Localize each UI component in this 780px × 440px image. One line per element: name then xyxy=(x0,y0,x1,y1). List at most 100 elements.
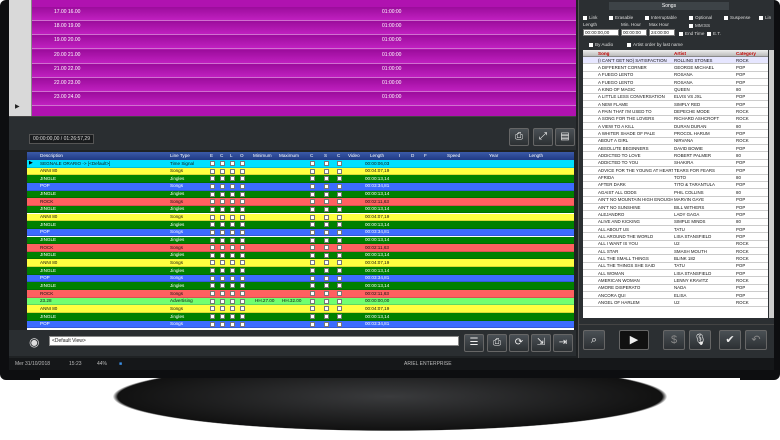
row-checkbox[interactable] xyxy=(240,183,245,189)
row-checkbox[interactable] xyxy=(210,321,215,327)
row-checkbox[interactable] xyxy=(210,298,215,304)
row-checkbox[interactable] xyxy=(310,321,315,327)
row-checkbox[interactable] xyxy=(230,161,235,166)
row-checkbox[interactable] xyxy=(220,206,225,212)
row-checkbox[interactable] xyxy=(220,252,225,258)
row-checkbox[interactable] xyxy=(230,222,235,228)
row-checkbox[interactable] xyxy=(220,283,225,289)
song-row[interactable]: ABOUT A GIRL NIRVANA ROCK xyxy=(583,137,768,146)
song-row[interactable]: A LITTLE LESS CONVERSATION ELVIS VS JXL PO… xyxy=(583,93,768,102)
song-row[interactable]: ADVICE FOR THE YOUNG AT HEART TEARS FOR F… xyxy=(583,167,768,175)
playlist-row[interactable]: JINGLE Jingles 00:00:13,14 xyxy=(27,221,574,229)
playlist-row[interactable]: POP Songs 00:03:34,81 xyxy=(27,274,574,283)
row-checkbox[interactable] xyxy=(220,268,225,274)
row-checkbox[interactable] xyxy=(240,260,245,266)
row-checkbox[interactable] xyxy=(337,268,342,274)
playlist-row[interactable]: 23.28 Advertising HH.27.00 HH.32.00 00:00:00… xyxy=(27,297,574,306)
playlist-row[interactable]: SEGNALE ORARIO -> [<Default>] Time Signal… xyxy=(27,160,574,168)
song-row[interactable]: AMERICAN WOMAN LENNY KRAVITZ ROCK xyxy=(583,277,768,285)
row-checkbox[interactable] xyxy=(230,283,235,289)
row-checkbox[interactable] xyxy=(337,229,342,235)
by-audio-option[interactable]: By Audio xyxy=(589,42,613,47)
row-checkbox[interactable] xyxy=(337,237,342,243)
row-checkbox[interactable] xyxy=(240,321,245,327)
col-l[interactable]: L xyxy=(230,153,233,158)
row-checkbox[interactable] xyxy=(240,252,245,258)
row-checkbox[interactable] xyxy=(324,260,329,266)
end-time-option[interactable]: End Time xyxy=(679,31,704,36)
row-checkbox[interactable] xyxy=(324,191,329,197)
row-checkbox[interactable] xyxy=(230,275,235,281)
col-category[interactable]: Category xyxy=(736,51,756,56)
song-row[interactable]: A PAIN THAT I'M USED TO DEPECHE MODE ROCK xyxy=(583,108,768,116)
print-button[interactable]: ⎙ xyxy=(509,128,529,146)
row-checkbox[interactable] xyxy=(240,161,245,166)
row-checkbox[interactable] xyxy=(310,275,315,281)
row-checkbox[interactable] xyxy=(310,199,315,205)
song-row[interactable]: A FUEGO LENTO ROSANA POP xyxy=(583,71,768,79)
col-speed[interactable]: Speed xyxy=(447,153,460,158)
row-checkbox[interactable] xyxy=(310,214,315,220)
row-checkbox[interactable] xyxy=(240,191,245,197)
row-checkbox[interactable] xyxy=(337,260,342,266)
option-erasable[interactable]: Erasable xyxy=(609,15,633,20)
list-edit-button[interactable]: ☰ xyxy=(464,334,484,352)
row-checkbox[interactable] xyxy=(220,222,225,228)
row-checkbox[interactable] xyxy=(220,176,225,182)
col-year[interactable]: Year xyxy=(489,153,498,158)
song-row[interactable]: A FUEGO LENTO ROSANA POP xyxy=(583,79,768,87)
row-checkbox[interactable] xyxy=(324,161,329,166)
row-checkbox[interactable] xyxy=(230,321,235,327)
playlist-row[interactable]: ROCK Songs 00:02:11,63 xyxy=(27,198,574,206)
row-checkbox[interactable] xyxy=(310,306,315,312)
row-checkbox[interactable] xyxy=(240,275,245,281)
row-checkbox[interactable] xyxy=(220,275,225,281)
windows-start-icon[interactable]: ■ xyxy=(119,361,122,367)
row-checkbox[interactable] xyxy=(210,306,215,312)
row-checkbox[interactable] xyxy=(324,252,329,258)
row-checkbox[interactable] xyxy=(230,314,235,319)
row-checkbox[interactable] xyxy=(210,283,215,289)
row-checkbox[interactable] xyxy=(324,222,329,228)
row-checkbox[interactable] xyxy=(310,260,315,266)
row-checkbox[interactable] xyxy=(220,199,225,205)
col-d[interactable]: D xyxy=(411,153,414,158)
row-checkbox[interactable] xyxy=(230,199,235,205)
schedule-row[interactable]: 23.00 24.00 01:00:00 xyxy=(32,92,576,107)
row-checkbox[interactable] xyxy=(210,206,215,212)
row-checkbox[interactable] xyxy=(230,298,235,304)
row-checkbox[interactable] xyxy=(324,268,329,274)
resize-button[interactable]: ⤢ xyxy=(533,128,553,146)
row-checkbox[interactable] xyxy=(337,222,342,228)
song-row[interactable]: ALIVE AND KICKING SIMPLE MINDS 80 xyxy=(583,218,768,226)
row-checkbox[interactable] xyxy=(210,260,215,266)
row-checkbox[interactable] xyxy=(220,183,225,189)
row-checkbox[interactable] xyxy=(210,291,215,297)
row-checkbox[interactable] xyxy=(337,314,342,319)
exit-button[interactable]: ⇥ xyxy=(553,334,573,352)
row-checkbox[interactable] xyxy=(240,314,245,319)
col-c2[interactable]: C xyxy=(310,153,313,158)
row-checkbox[interactable] xyxy=(337,168,342,174)
row-checkbox[interactable] xyxy=(310,176,315,182)
row-checkbox[interactable] xyxy=(337,321,342,327)
row-checkbox[interactable] xyxy=(310,183,315,189)
song-row[interactable]: ALL I WANT IS YOU U2 ROCK xyxy=(583,240,768,249)
row-checkbox[interactable] xyxy=(337,176,342,182)
playlist-row[interactable]: JINGLE Jingles 00:00:13,14 xyxy=(27,175,574,183)
row-checkbox[interactable] xyxy=(324,275,329,281)
row-checkbox[interactable] xyxy=(337,245,342,251)
schedule-row[interactable]: 21.00 22.00 01:00:00 xyxy=(32,63,576,78)
row-checkbox[interactable] xyxy=(337,214,342,220)
row-checkbox[interactable] xyxy=(324,168,329,174)
row-checkbox[interactable] xyxy=(230,237,235,243)
col-line-type[interactable]: Line Type xyxy=(170,153,190,158)
undo-button[interactable]: ↶ xyxy=(745,330,767,350)
dollar-button[interactable]: $ xyxy=(663,330,685,350)
row-checkbox[interactable] xyxy=(240,237,245,243)
col-minimum[interactable]: Minimum xyxy=(253,153,272,158)
song-row[interactable]: ADDICTED TO YOU SHAKIRA POP xyxy=(583,159,768,168)
max-hour-field[interactable]: 24:00:00 xyxy=(649,29,675,36)
row-checkbox[interactable] xyxy=(210,161,215,166)
playlist-row[interactable]: POP Songs 00:03:34,81 xyxy=(27,228,574,237)
